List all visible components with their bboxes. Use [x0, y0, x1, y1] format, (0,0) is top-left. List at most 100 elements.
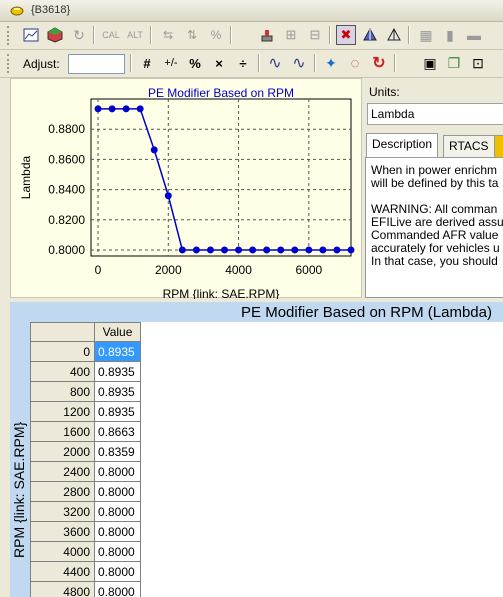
- value-cell[interactable]: 0.8000: [95, 482, 141, 502]
- description-text: When in power enrichm will be defined by…: [365, 157, 503, 298]
- pyramid-icon[interactable]: [360, 25, 380, 45]
- plusminus-arrows-icon[interactable]: ⇅: [182, 25, 202, 45]
- grid-corner: [30, 322, 95, 342]
- value-cell[interactable]: 0.8935: [95, 402, 141, 422]
- cross-icon[interactable]: ✖: [336, 25, 356, 45]
- table-row: 1200 0.8935: [30, 402, 141, 422]
- row-header[interactable]: 0: [30, 342, 95, 362]
- flame-icon: [10, 6, 24, 16]
- x-tick-label: 0: [95, 263, 102, 277]
- toolbar-grip[interactable]: [7, 54, 11, 73]
- x-tick-label: 6000: [295, 263, 322, 277]
- y-tick-label: 0.8400: [48, 183, 85, 197]
- chart-icon[interactable]: [21, 25, 41, 45]
- bar-icon[interactable]: ▮: [440, 25, 460, 45]
- table-row: 800 0.8935: [30, 382, 141, 402]
- grid-icon[interactable]: ▦: [416, 25, 436, 45]
- row-header[interactable]: 1600: [30, 422, 95, 442]
- divide-button[interactable]: ÷: [233, 53, 253, 73]
- sparkle-icon[interactable]: ✦: [321, 53, 341, 73]
- row-header[interactable]: 800: [30, 382, 95, 402]
- data-point: [263, 246, 271, 254]
- value-cell[interactable]: 0.8000: [95, 502, 141, 522]
- plot-area: [90, 98, 352, 257]
- row-header[interactable]: 2800: [30, 482, 95, 502]
- data-point: [192, 246, 200, 254]
- percent-icon[interactable]: %: [206, 25, 226, 45]
- percent-button[interactable]: %: [185, 53, 205, 73]
- data-point: [221, 246, 229, 254]
- triangle-icon[interactable]: [384, 25, 404, 45]
- table-row: 4400 0.8000: [30, 562, 141, 582]
- data-point: [164, 192, 172, 200]
- row-header[interactable]: 4800: [30, 582, 95, 597]
- table-row: 400 0.8935: [30, 362, 141, 382]
- value-cell[interactable]: 0.8000: [95, 562, 141, 582]
- dash-icon[interactable]: ▬: [464, 25, 484, 45]
- tab-more[interactable]: [494, 135, 503, 157]
- y-tick-label: 0.8600: [48, 152, 85, 166]
- units-selector[interactable]: Lambda: [367, 103, 503, 125]
- data-point: [305, 246, 313, 254]
- stamp-icon[interactable]: [257, 25, 277, 45]
- window-title: {B3618}: [31, 4, 71, 16]
- arrows-icon[interactable]: ⇆: [158, 25, 178, 45]
- tab-description[interactable]: Description: [366, 133, 439, 158]
- data-point: [347, 246, 355, 254]
- row-header[interactable]: 400: [30, 362, 95, 382]
- add-icon[interactable]: ⊞: [281, 25, 301, 45]
- data-point: [108, 105, 116, 113]
- smooth-icon[interactable]: ∿: [265, 53, 285, 73]
- grid-view-icon[interactable]: ▣: [420, 53, 440, 73]
- interpolate-icon[interactable]: ∿: [289, 53, 309, 73]
- table-row: 2000 0.8359: [30, 442, 141, 462]
- row-header[interactable]: 3600: [30, 522, 95, 542]
- column-header-value: Value: [95, 322, 141, 342]
- copy-icon[interactable]: ❐: [444, 53, 464, 73]
- table-row: 1600 0.8663: [30, 422, 141, 442]
- cal-button[interactable]: CAL: [101, 25, 121, 45]
- refresh-icon[interactable]: ↻: [69, 25, 89, 45]
- y-axis-label: Lambda: [19, 155, 33, 199]
- value-cell[interactable]: 0.8935: [95, 342, 141, 362]
- data-point: [235, 246, 243, 254]
- cube-3d-icon[interactable]: [45, 25, 65, 45]
- pe-modifier-chart: PE Modifier Based on RPM 0.8000 0.8200 0.84…: [19, 86, 355, 301]
- row-header[interactable]: 2000: [30, 442, 95, 462]
- data-point: [277, 246, 285, 254]
- adjust-toolbar: Adjust: # +/- % × ÷ ∿ ∿ ✦ ◌ ↻ ▣ ❐ ⊡: [0, 50, 503, 78]
- row-header[interactable]: 2400: [30, 462, 95, 482]
- table-row: 3200 0.8000: [30, 502, 141, 522]
- select-icon[interactable]: ⊡: [468, 53, 488, 73]
- minus-icon[interactable]: ⊟: [305, 25, 325, 45]
- value-cell[interactable]: 0.8359: [95, 442, 141, 462]
- undo-icon[interactable]: ↻: [369, 53, 389, 73]
- alt-button[interactable]: ALT: [125, 25, 145, 45]
- value-cell[interactable]: 0.8000: [95, 542, 141, 562]
- value-cell[interactable]: 0.8000: [95, 462, 141, 482]
- value-cell[interactable]: 0.8935: [95, 382, 141, 402]
- add-value-button[interactable]: +/-: [161, 53, 181, 73]
- value-cell[interactable]: 0.8000: [95, 582, 141, 597]
- set-value-button[interactable]: #: [137, 53, 157, 73]
- left-margin: [0, 78, 10, 597]
- value-cell[interactable]: 0.8000: [95, 522, 141, 542]
- table-row: 4800 0.8000: [30, 582, 141, 597]
- row-header[interactable]: 1200: [30, 402, 95, 422]
- title-bar: {B3618}: [0, 0, 503, 22]
- row-header[interactable]: 3200: [30, 502, 95, 522]
- data-point: [136, 105, 144, 113]
- circle-dashed-icon[interactable]: ◌: [345, 53, 365, 73]
- toolbar-grip[interactable]: [7, 26, 11, 45]
- row-header[interactable]: 4400: [30, 562, 95, 582]
- value-cell[interactable]: 0.8663: [95, 422, 141, 442]
- multiply-button[interactable]: ×: [209, 53, 229, 73]
- data-point: [291, 246, 299, 254]
- value-cell[interactable]: 0.8935: [95, 362, 141, 382]
- adjust-label: Adjust:: [23, 57, 60, 71]
- adjust-input[interactable]: [68, 54, 125, 74]
- x-tick-label: 2000: [155, 263, 182, 277]
- tab-rtacs[interactable]: RTACS: [443, 135, 495, 157]
- chart-title: PE Modifier Based on RPM: [148, 86, 294, 100]
- row-header[interactable]: 4000: [30, 542, 95, 562]
